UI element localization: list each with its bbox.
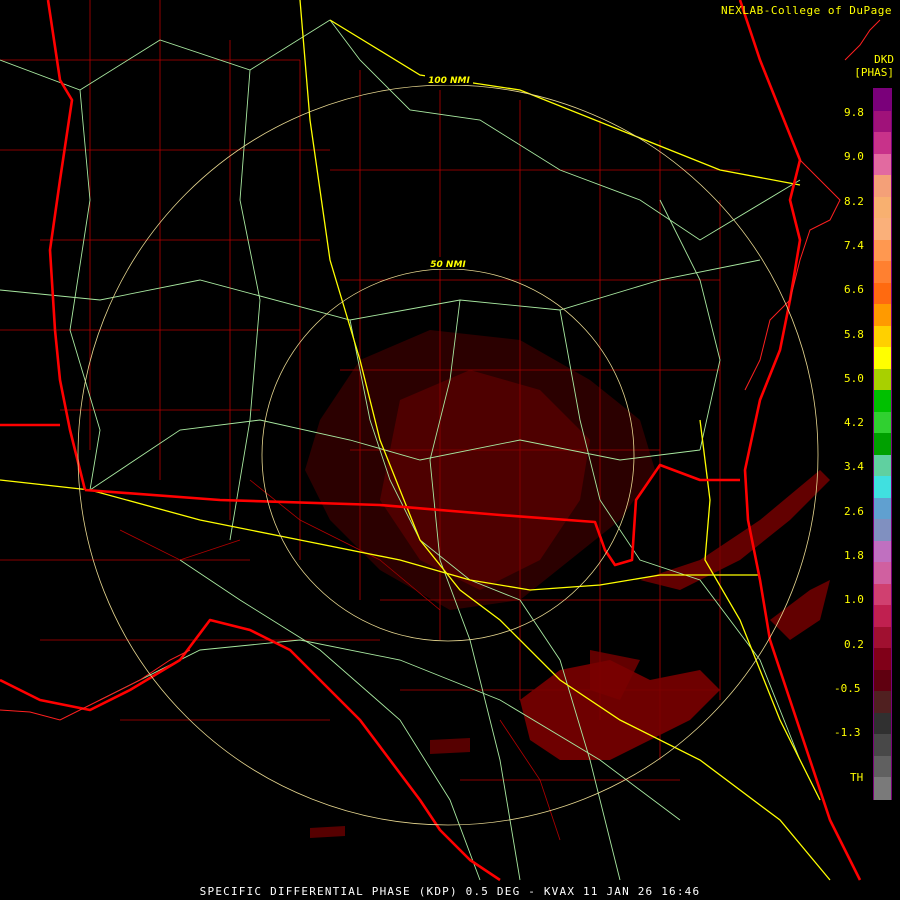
- color-scale-swatch: [874, 196, 891, 219]
- radar-map: 50 NMI 100 NMI: [0, 0, 900, 900]
- color-scale-swatch: [874, 669, 891, 693]
- color-scale-swatch: [874, 261, 891, 284]
- color-scale-swatch: [874, 734, 891, 757]
- color-scale-swatch: [874, 325, 891, 348]
- color-scale-swatch: [874, 712, 891, 736]
- color-scale-swatch: [874, 153, 891, 176]
- product-code: DKD: [874, 53, 894, 66]
- color-scale-swatch: [874, 282, 891, 305]
- color-scale-swatch: [874, 476, 891, 499]
- color-scale-swatch: [874, 691, 891, 714]
- color-scale-label: 5.8: [844, 327, 864, 341]
- color-scale-swatch: [874, 218, 891, 241]
- color-scale-swatch: [874, 454, 891, 477]
- product-header: DKD [PHAS]: [824, 53, 894, 79]
- color-scale-swatch: [874, 497, 891, 520]
- color-scale-swatch: [874, 368, 891, 391]
- color-scale-label: -1.3: [834, 726, 861, 740]
- color-scale-swatch: [874, 239, 891, 262]
- color-scale-swatch: [874, 110, 891, 133]
- color-scale-label: 5.0: [844, 371, 864, 385]
- color-scale-label: 4.2: [844, 416, 864, 430]
- color-scale-label: -0.5: [834, 681, 861, 695]
- color-scale-swatch: [874, 519, 891, 542]
- color-scale-label: 3.4: [844, 460, 864, 474]
- credit-text: NEXLAB-College of DuPage: [721, 4, 892, 17]
- color-scale-label: 9.0: [844, 150, 864, 164]
- color-scale-swatch: [874, 433, 891, 456]
- color-scale-bar: [873, 88, 892, 800]
- color-scale-swatch: [874, 89, 891, 112]
- color-scale-label: 8.2: [844, 194, 864, 208]
- range-ring-50nmi-label: 50 NMI: [430, 260, 466, 270]
- range-ring-100nmi-label: 100 NMI: [428, 76, 470, 86]
- color-scale-swatch: [874, 605, 891, 628]
- color-scale-swatch: [874, 175, 891, 198]
- color-scale-swatch: [874, 132, 891, 155]
- color-scale-label: 2.6: [844, 504, 864, 518]
- color-scale-swatch: [874, 411, 891, 434]
- units-label: [PHAS]: [854, 66, 894, 79]
- color-scale-swatch: [874, 304, 891, 327]
- color-scale-label: TH: [850, 770, 864, 784]
- color-scale-swatch: [874, 648, 891, 671]
- color-scale-swatch: [874, 583, 891, 606]
- color-scale-label: 1.8: [844, 549, 864, 562]
- color-scale-label: 7.4: [844, 238, 864, 252]
- color-scale-swatch: [874, 562, 891, 585]
- color-scale-label: 1.0: [844, 593, 864, 607]
- color-scale-swatch: [874, 626, 891, 649]
- product-caption: SPECIFIC DIFFERENTIAL PHASE (KDP) 0.5 DE…: [199, 885, 701, 898]
- color-scale-swatch: [874, 347, 891, 370]
- color-scale-label: 0.2: [844, 637, 864, 651]
- color-scale-label: 6.6: [844, 283, 864, 297]
- color-scale-swatch: [874, 540, 891, 563]
- color-scale-label: 9.8: [844, 106, 864, 119]
- color-scale-swatch: [874, 390, 891, 413]
